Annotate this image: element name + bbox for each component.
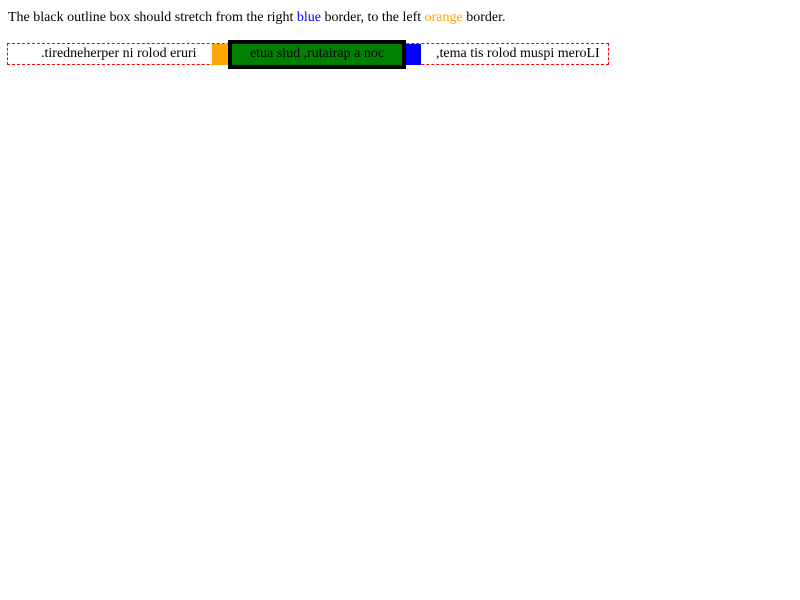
right-text-segment: ,tema tis rolod muspi meroLI	[436, 46, 600, 61]
instruction-after: border.	[462, 10, 506, 25]
dashed-test-line: .tiredneherper ni rolod eruri etua siud …	[7, 40, 609, 69]
green-text-box: etua siud ,rutairap a noc	[232, 44, 402, 65]
instruction-blue-word: blue	[296, 10, 321, 25]
orange-border	[212, 44, 228, 65]
blue-border	[406, 44, 421, 65]
instruction-before: The black outline box should stretch fro…	[8, 10, 297, 25]
instruction-text: The black outline box should stretch fro…	[8, 9, 506, 27]
instruction-orange-word: orange	[424, 10, 463, 25]
instruction-middle: border, to the left	[321, 10, 425, 25]
left-text-segment: .tiredneherper ni rolod eruri	[41, 46, 197, 61]
